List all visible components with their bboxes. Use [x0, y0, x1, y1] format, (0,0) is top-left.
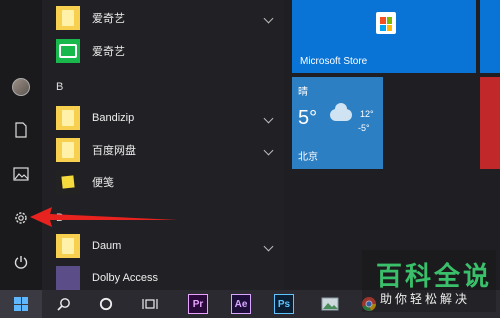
cortana-icon: [99, 297, 113, 311]
dolby-icon: [56, 266, 80, 290]
folder-icon: [56, 234, 80, 258]
photoshop-button[interactable]: Ps: [270, 290, 298, 318]
sticky-note-icon: [56, 170, 80, 194]
folder-icon: [56, 106, 80, 130]
letter-header-b[interactable]: B: [42, 71, 284, 103]
start-button[interactable]: [0, 290, 42, 318]
folder-icon: [56, 6, 80, 30]
weather-temperature: 5°: [298, 107, 318, 129]
list-item[interactable]: 便笺: [42, 166, 284, 198]
power-icon: [14, 256, 28, 269]
list-item[interactable]: Daum: [42, 230, 284, 262]
app-label: 爱奇艺: [92, 46, 125, 58]
chevron-down-icon[interactable]: [263, 13, 274, 23]
task-view-icon: [142, 299, 158, 309]
chevron-down-icon[interactable]: [263, 145, 274, 155]
letter-label: B: [56, 81, 64, 93]
windows-icon: [14, 297, 28, 311]
search-button[interactable]: [50, 290, 78, 318]
picture-icon: [13, 167, 29, 181]
list-item[interactable]: 百度网盘: [42, 134, 284, 166]
document-icon: [15, 122, 27, 138]
after-effects-button[interactable]: Ae: [227, 290, 255, 318]
app-label: 百度网盘: [92, 145, 136, 157]
watermark-title: 百科全说: [376, 262, 493, 292]
app-label: 爱奇艺: [92, 13, 125, 25]
premiere-icon: Pr: [188, 294, 208, 314]
list-item[interactable]: 爱奇艺: [42, 2, 284, 34]
cloud-icon: [330, 103, 352, 121]
user-account-button[interactable]: [0, 67, 42, 107]
microsoft-store-tile[interactable]: Microsoft Store: [292, 0, 476, 73]
premiere-button[interactable]: Pr: [184, 290, 212, 318]
start-left-rail: [0, 0, 42, 290]
weather-low: -5°: [358, 123, 370, 133]
app-label: Bandizip: [92, 112, 135, 124]
list-item[interactable]: 爱奇艺: [42, 35, 284, 67]
image-viewer-icon: [321, 297, 339, 311]
photoshop-icon: Ps: [274, 294, 294, 314]
gear-icon: [15, 212, 27, 224]
image-viewer-button[interactable]: [316, 290, 344, 318]
tiles-area: Microsoft Store 晴 5° 12° -5° 北京: [284, 0, 500, 290]
watermark-subtitle: 助你轻松解决: [380, 292, 471, 306]
after-effects-icon: Ae: [231, 294, 251, 314]
store-bag-icon: [376, 12, 396, 34]
list-item[interactable]: Dolby Access: [42, 262, 284, 290]
chevron-down-icon[interactable]: [263, 241, 274, 251]
partial-tile[interactable]: [480, 77, 500, 169]
pictures-button[interactable]: [0, 154, 42, 194]
watermark: 百科全说 助你轻松解决: [362, 250, 496, 312]
app-label: Daum: [92, 240, 122, 252]
task-view-button[interactable]: [136, 290, 164, 318]
weather-city: 北京: [298, 152, 318, 163]
app-label: 便笺: [92, 177, 114, 189]
red-arrow-annotation: [30, 207, 178, 227]
documents-button[interactable]: [0, 110, 42, 150]
folder-icon: [56, 138, 80, 162]
search-icon: [57, 298, 70, 311]
iqiyi-icon: [56, 39, 80, 63]
tile-label: Microsoft Store: [300, 56, 368, 67]
power-button[interactable]: [0, 242, 42, 282]
app-label: Dolby Access: [92, 272, 159, 284]
app-list: 爱奇艺 爱奇艺 B Bandizip 百度网盘 便笺 D Daum Dolby …: [42, 0, 284, 290]
weather-high: 12°: [360, 109, 374, 119]
list-item[interactable]: Bandizip: [42, 102, 284, 134]
cortana-button[interactable]: [92, 290, 120, 318]
chevron-down-icon[interactable]: [263, 113, 274, 123]
weather-tile[interactable]: 晴 5° 12° -5° 北京: [292, 77, 383, 169]
partial-tile[interactable]: [480, 0, 500, 73]
weather-condition: 晴: [298, 87, 308, 98]
avatar: [12, 78, 30, 96]
